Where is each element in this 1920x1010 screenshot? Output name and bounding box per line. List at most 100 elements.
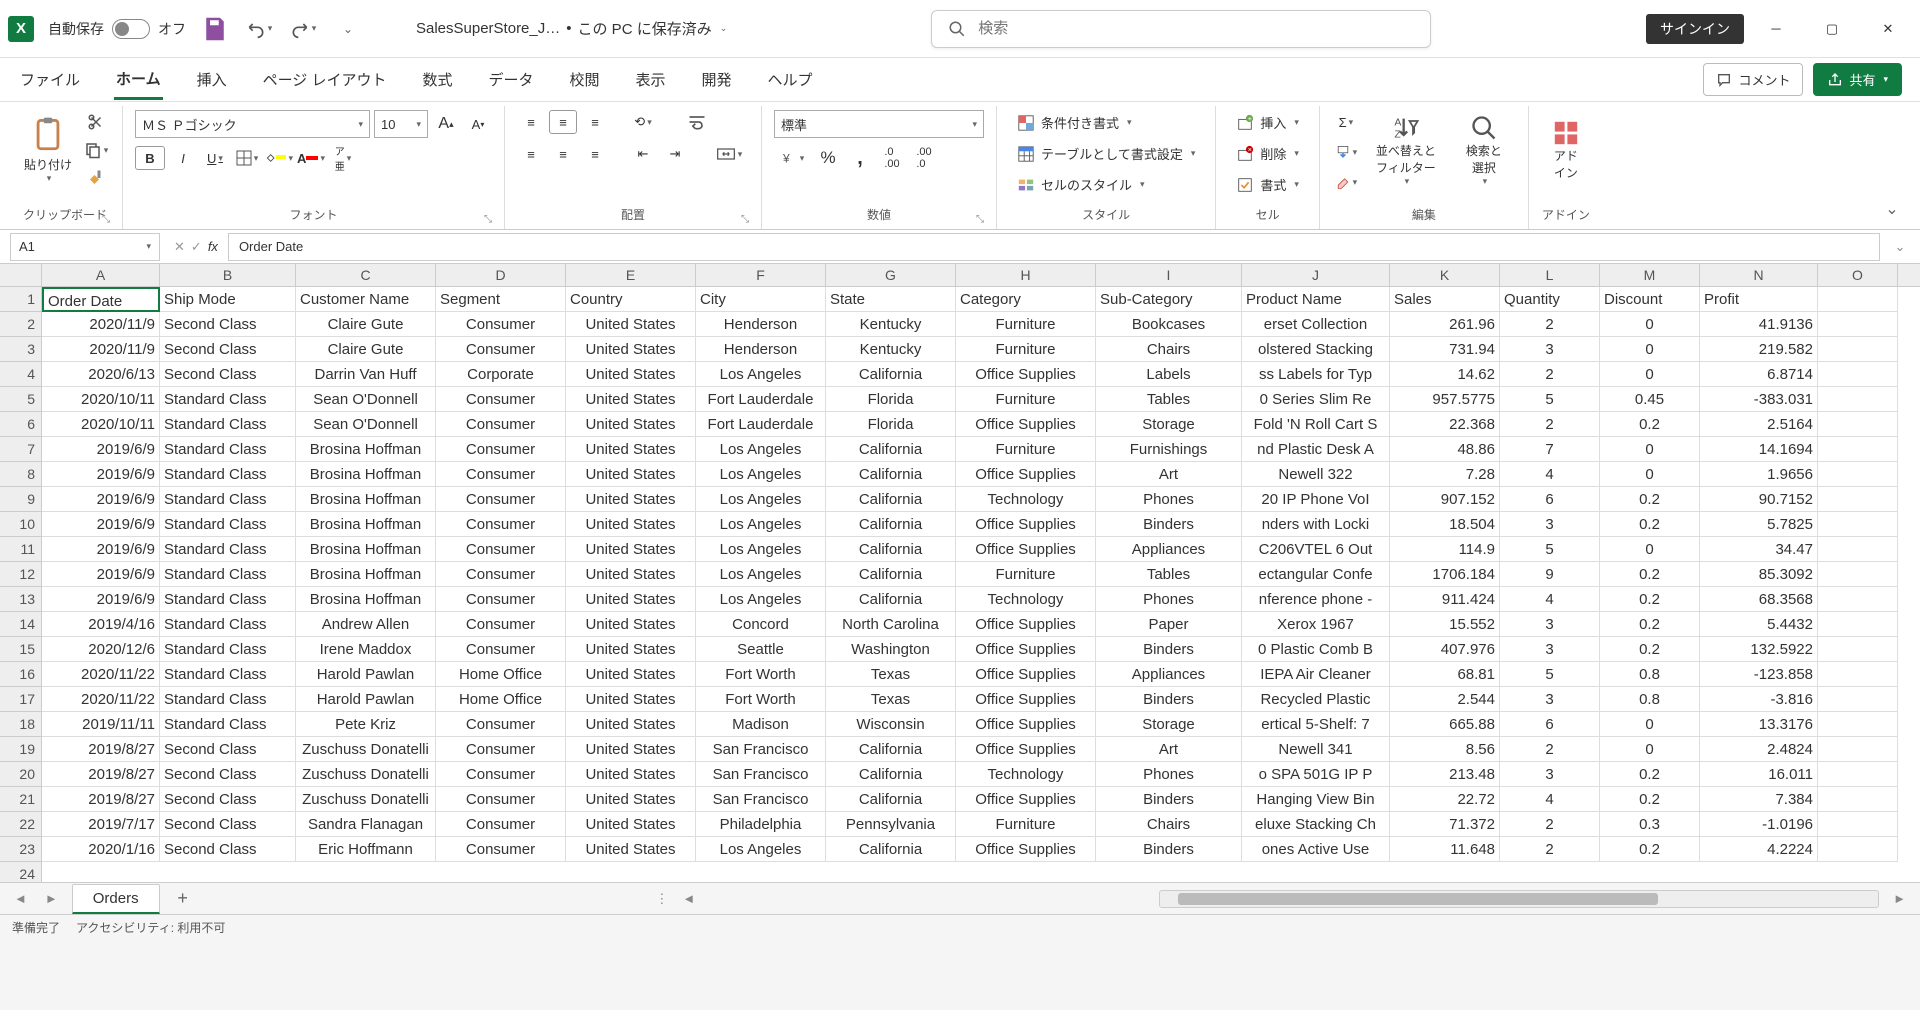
cell[interactable]: Country (566, 287, 696, 312)
cell[interactable]: 957.5775 (1390, 387, 1500, 412)
cell[interactable]: Furniture (956, 812, 1096, 837)
cell[interactable]: Binders (1096, 637, 1242, 662)
tab-数式[interactable]: 数式 (420, 61, 454, 98)
cell[interactable]: Irene Maddox (296, 637, 436, 662)
cell[interactable]: 0.45 (1600, 387, 1700, 412)
decrease-font-button[interactable]: A▾ (464, 112, 492, 136)
cell[interactable]: 2020/11/9 (42, 312, 160, 337)
cell[interactable]: 0.2 (1600, 637, 1700, 662)
cell[interactable]: 0.2 (1600, 837, 1700, 862)
cell[interactable]: 2020/12/6 (42, 637, 160, 662)
cell[interactable]: Florida (826, 387, 956, 412)
decrease-decimal-button[interactable]: .00.0 (910, 146, 938, 170)
delete-cells-button[interactable]: ×削除▾ (1228, 141, 1307, 166)
cell[interactable] (1818, 587, 1898, 612)
tab-ページ レイアウト[interactable]: ページ レイアウト (261, 61, 389, 98)
cell[interactable]: Product Name (1242, 287, 1390, 312)
cell[interactable]: Paper (1096, 612, 1242, 637)
cell[interactable]: 2019/6/9 (42, 587, 160, 612)
row-header[interactable]: 18 (0, 712, 41, 737)
cell[interactable]: 0.2 (1600, 762, 1700, 787)
cell[interactable]: 2019/6/9 (42, 462, 160, 487)
cell[interactable]: 0.2 (1600, 512, 1700, 537)
cell[interactable]: Xerox 1967 (1242, 612, 1390, 637)
align-top-button[interactable]: ≡ (517, 110, 545, 134)
cell[interactable]: 3 (1500, 337, 1600, 362)
cell[interactable]: Andrew Allen (296, 612, 436, 637)
cell[interactable]: Binders (1096, 837, 1242, 862)
cell[interactable]: 0.2 (1600, 412, 1700, 437)
cancel-formula-button[interactable]: ✕ (174, 239, 185, 255)
cell[interactable]: Sandra Flanagan (296, 812, 436, 837)
cell[interactable]: Consumer (436, 787, 566, 812)
cell[interactable]: Recycled Plastic (1242, 687, 1390, 712)
cell[interactable] (1818, 312, 1898, 337)
comma-button[interactable]: , (846, 146, 874, 170)
cell[interactable]: Office Supplies (956, 412, 1096, 437)
cell[interactable]: Fort Lauderdale (696, 387, 826, 412)
cell[interactable]: Standard Class (160, 587, 296, 612)
row-header[interactable]: 21 (0, 787, 41, 812)
cell[interactable]: 20 IP Phone VoI (1242, 487, 1390, 512)
cell[interactable]: 4 (1500, 587, 1600, 612)
cell[interactable]: nd Plastic Desk A (1242, 437, 1390, 462)
italic-button[interactable]: I (169, 146, 197, 170)
cell[interactable]: Discount (1600, 287, 1700, 312)
cell[interactable]: 48.86 (1390, 437, 1500, 462)
merge-button[interactable]: ▾ (709, 142, 749, 166)
cell[interactable]: Sean O'Donnell (296, 387, 436, 412)
cell[interactable]: 213.48 (1390, 762, 1500, 787)
percent-button[interactable]: % (814, 146, 842, 170)
align-right-button[interactable]: ≡ (581, 142, 609, 166)
cell[interactable]: California (826, 737, 956, 762)
cell[interactable]: Office Supplies (956, 837, 1096, 862)
row-header[interactable]: 24 (0, 862, 41, 882)
cell[interactable]: Profit (1700, 287, 1818, 312)
cell[interactable]: 18.504 (1390, 512, 1500, 537)
cell[interactable]: California (826, 462, 956, 487)
cell[interactable]: United States (566, 787, 696, 812)
cell[interactable]: 0.2 (1600, 487, 1700, 512)
cell[interactable]: Consumer (436, 637, 566, 662)
cell[interactable]: 4 (1500, 462, 1600, 487)
row-header[interactable]: 12 (0, 562, 41, 587)
cell[interactable]: California (826, 837, 956, 862)
horizontal-scrollbar[interactable] (1159, 890, 1879, 908)
tab-開発[interactable]: 開発 (700, 61, 734, 98)
column-header[interactable]: E (566, 264, 696, 286)
orientation-button[interactable]: ⟲▾ (629, 110, 657, 134)
cell[interactable]: 68.81 (1390, 662, 1500, 687)
cell[interactable]: United States (566, 587, 696, 612)
cell[interactable]: Furniture (956, 312, 1096, 337)
cell[interactable]: United States (566, 662, 696, 687)
cell[interactable]: Furniture (956, 437, 1096, 462)
decrease-indent-button[interactable]: ⇤ (629, 142, 657, 166)
cell[interactable]: ones Active Use (1242, 837, 1390, 862)
cell[interactable]: 8.56 (1390, 737, 1500, 762)
cell[interactable] (1818, 687, 1898, 712)
cell[interactable]: 2019/11/11 (42, 712, 160, 737)
cell[interactable]: 665.88 (1390, 712, 1500, 737)
cell[interactable]: 2 (1500, 412, 1600, 437)
cell[interactable]: United States (566, 387, 696, 412)
cell[interactable]: 0.2 (1600, 787, 1700, 812)
cell[interactable]: 2020/10/11 (42, 387, 160, 412)
cell[interactable]: o SPA 501G IP P (1242, 762, 1390, 787)
cell[interactable]: 1.9656 (1700, 462, 1818, 487)
increase-indent-button[interactable]: ⇥ (661, 142, 689, 166)
confirm-formula-button[interactable]: ✓ (191, 239, 202, 255)
cell[interactable]: 2019/6/9 (42, 437, 160, 462)
cell[interactable]: Binders (1096, 787, 1242, 812)
cell[interactable]: Zuschuss Donatelli (296, 787, 436, 812)
cell[interactable]: Bookcases (1096, 312, 1242, 337)
cell[interactable]: Claire Gute (296, 337, 436, 362)
row-header[interactable]: 19 (0, 737, 41, 762)
cell[interactable]: Office Supplies (956, 612, 1096, 637)
collapse-ribbon-button[interactable]: ⌄ (1878, 197, 1906, 221)
cell[interactable]: Consumer (436, 487, 566, 512)
cell[interactable]: Chairs (1096, 812, 1242, 837)
row-header[interactable]: 17 (0, 687, 41, 712)
row-header[interactable]: 1 (0, 287, 41, 312)
sheet-nav-prev[interactable]: ◄ (10, 887, 31, 910)
search-input[interactable] (978, 20, 1414, 37)
